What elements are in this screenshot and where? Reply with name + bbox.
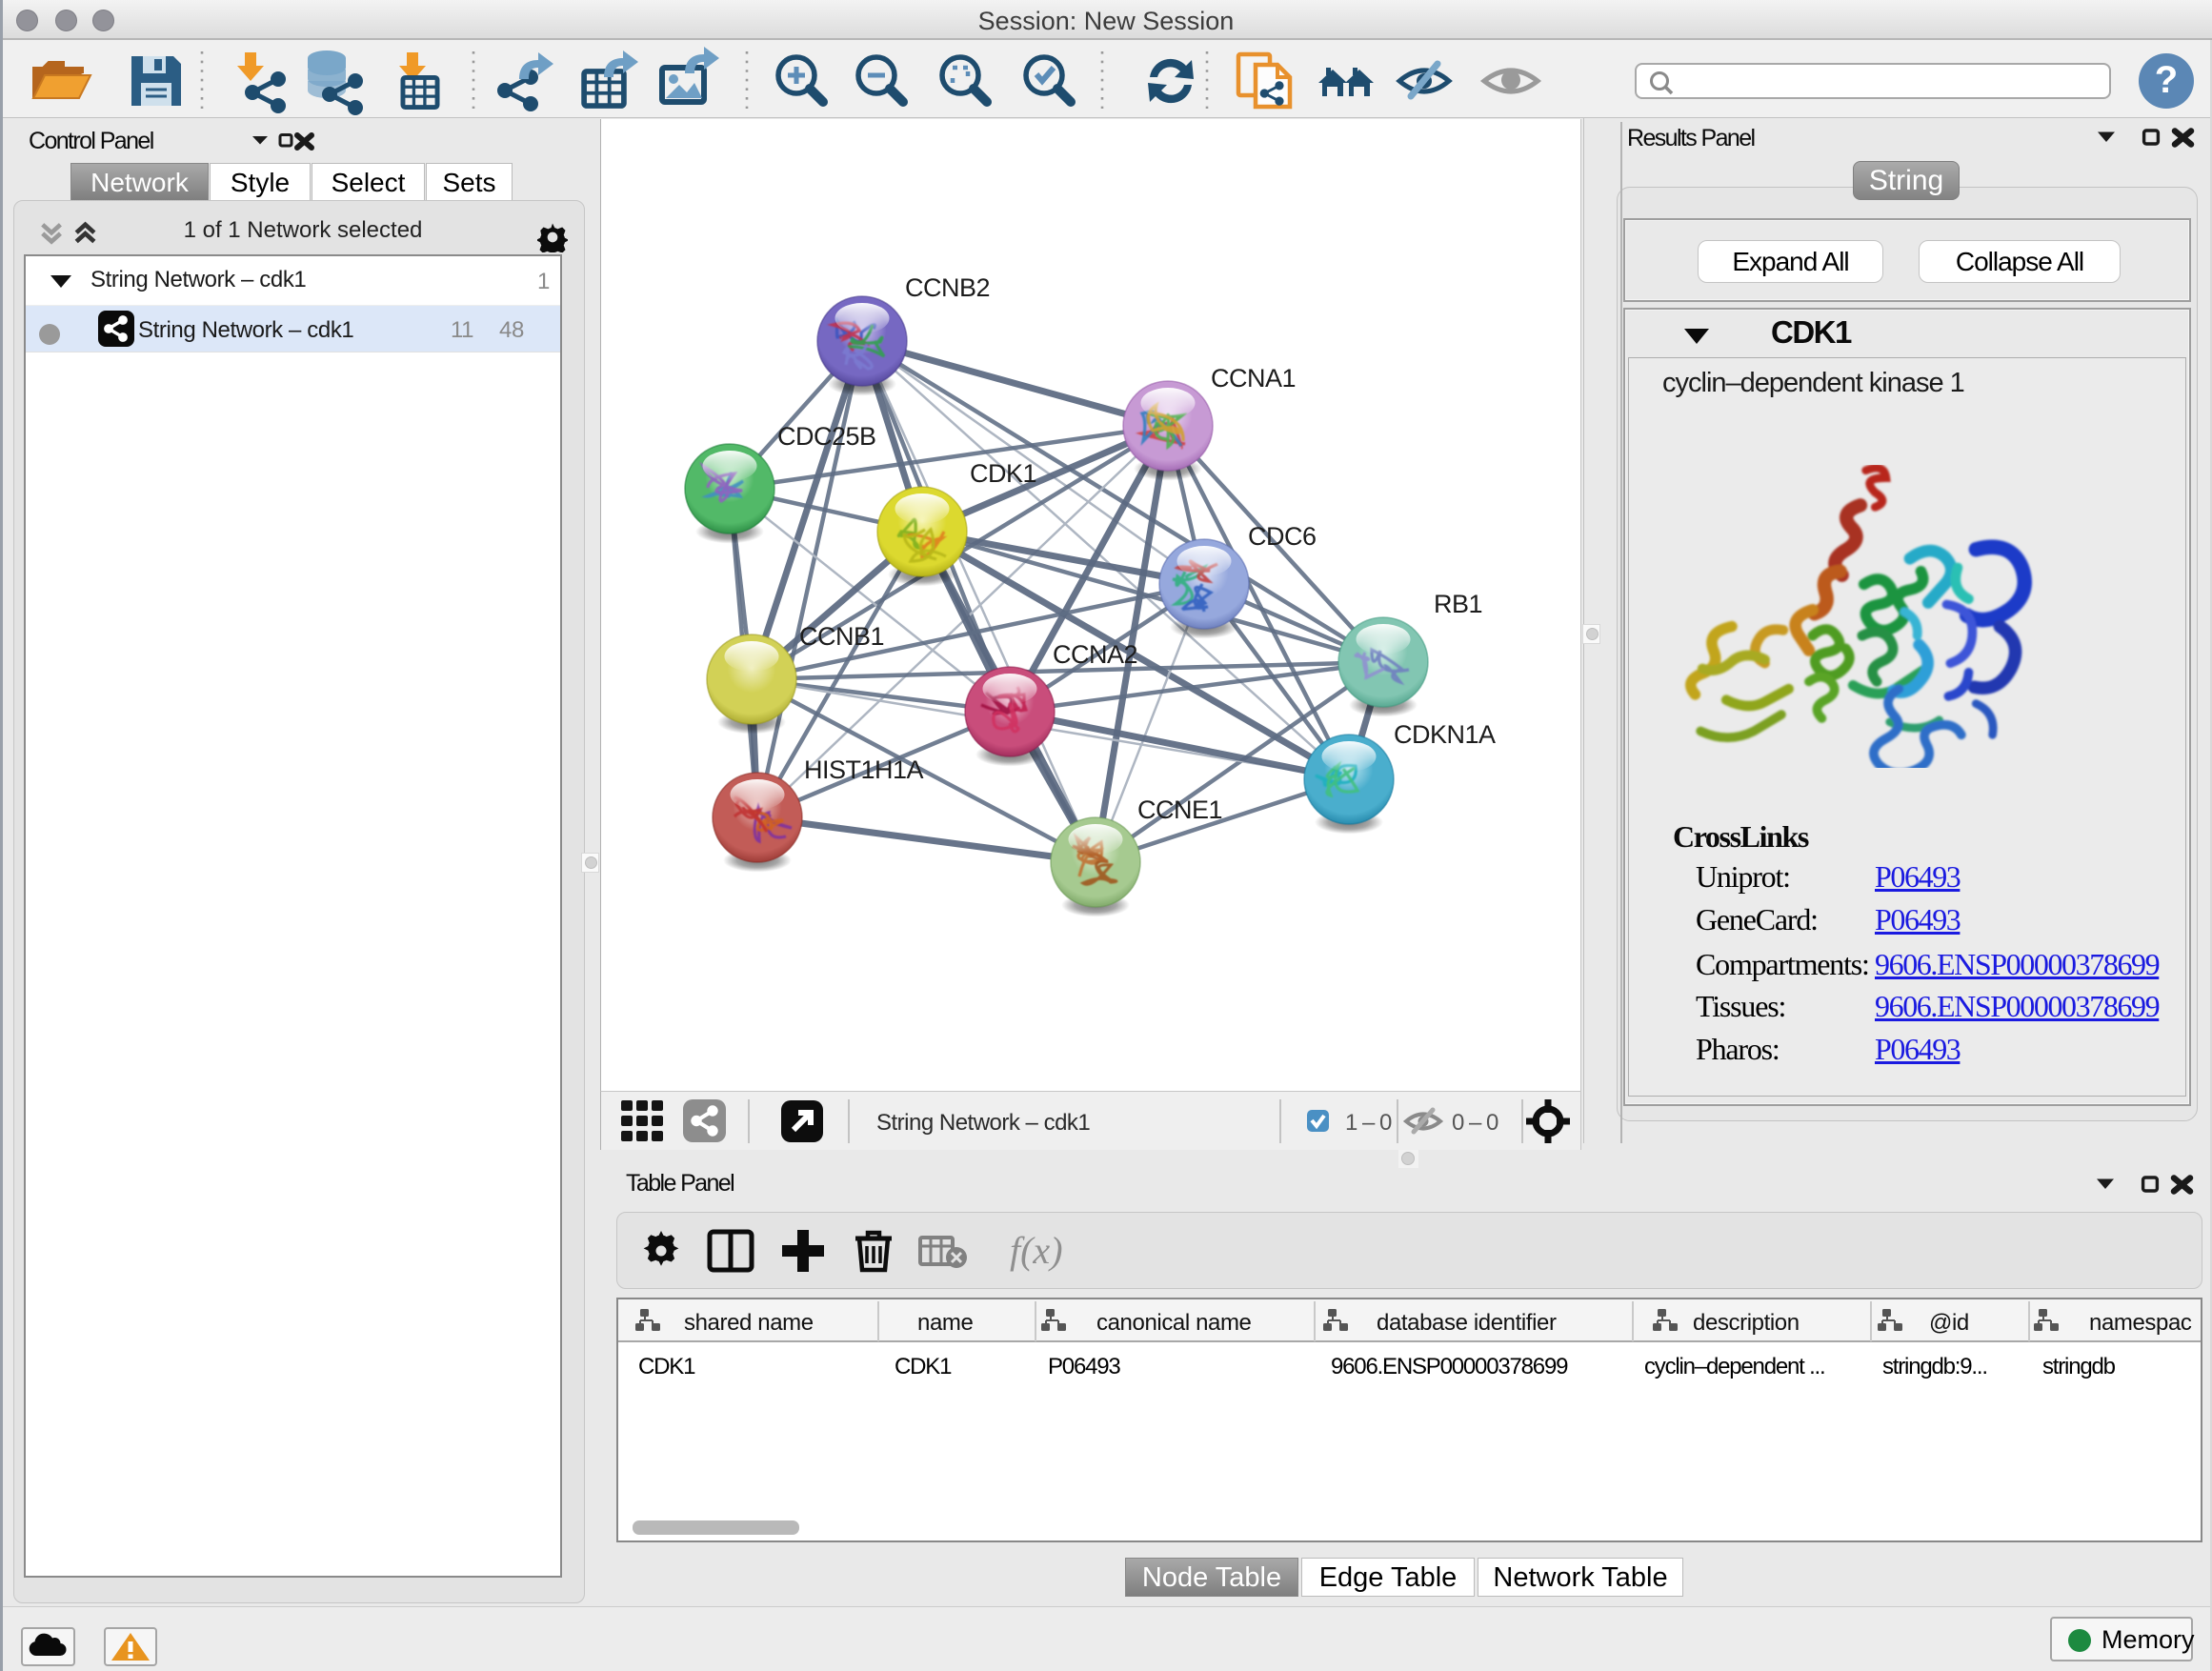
svg-text:canonical name: canonical name (1096, 1310, 1252, 1336)
svg-text:CDC25B: CDC25B (777, 422, 876, 451)
svg-text:CCNB2: CCNB2 (905, 273, 990, 302)
svg-text:name: name (917, 1310, 973, 1336)
svg-text:shared name: shared name (684, 1310, 814, 1336)
svg-text:CCNA1: CCNA1 (1211, 364, 1296, 393)
svg-text:CDK1: CDK1 (638, 1354, 695, 1379)
svg-text:stringdb: stringdb (2042, 1354, 2116, 1379)
svg-text:namespac: namespac (2089, 1310, 2192, 1336)
svg-text:@id: @id (1929, 1310, 1969, 1336)
svg-text:stringdb:9...: stringdb:9... (1882, 1354, 1987, 1379)
svg-text:0 – 0: 0 – 0 (1452, 1110, 1498, 1136)
svg-text:CCNA2: CCNA2 (1053, 640, 1137, 669)
svg-text:database identifier: database identifier (1377, 1310, 1557, 1336)
svg-text:RB1: RB1 (1434, 590, 1482, 618)
svg-text:cyclin–dependent ...: cyclin–dependent ... (1644, 1354, 1824, 1379)
svg-text:f(x): f(x) (1010, 1229, 1063, 1272)
svg-text:9606.ENSP00000378699: 9606.ENSP00000378699 (1331, 1354, 1568, 1379)
svg-text:CCNB1: CCNB1 (799, 622, 884, 651)
svg-text:1 – 0: 1 – 0 (1345, 1110, 1392, 1136)
svg-text:CCNE1: CCNE1 (1137, 795, 1222, 824)
svg-text:CDKN1A: CDKN1A (1394, 720, 1496, 749)
svg-text:HIST1H1A: HIST1H1A (804, 755, 924, 784)
svg-text:CDC6: CDC6 (1248, 522, 1317, 551)
svg-text:CDK1: CDK1 (895, 1354, 952, 1379)
svg-text:P06493: P06493 (1048, 1354, 1120, 1379)
svg-text:String Network – cdk1: String Network – cdk1 (876, 1110, 1090, 1136)
svg-text:description: description (1693, 1310, 1800, 1336)
svg-text:CDK1: CDK1 (970, 459, 1036, 488)
